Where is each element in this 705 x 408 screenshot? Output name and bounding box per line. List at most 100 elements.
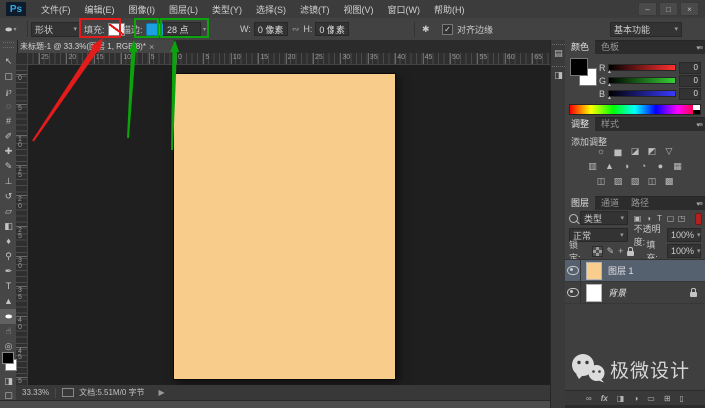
selective-color-icon[interactable]: ▩: [663, 176, 675, 187]
layer-row[interactable]: 背景: [565, 282, 705, 304]
levels-icon[interactable]: ▅: [612, 146, 624, 157]
channel-slider-R[interactable]: ▲: [607, 64, 676, 75]
adjustment-layer-icon[interactable]: ◑: [633, 394, 638, 403]
blur-tool[interactable]: ♦: [0, 234, 17, 249]
rectangular-marquee-tool[interactable]: ▢: [0, 69, 17, 84]
menu-edit[interactable]: 编辑(E): [78, 3, 122, 16]
channel-slider-B[interactable]: ▲: [607, 90, 676, 101]
layer-fill-select[interactable]: 100%: [667, 244, 701, 258]
ruler-horizontal[interactable]: 25 20 15 10 5 0 5 10 15 20 25 30 35 40 45 50 55 60 65: [16, 53, 550, 65]
invert-icon[interactable]: ◫: [595, 176, 607, 187]
minimize-button[interactable]: –: [638, 2, 657, 16]
link-dimensions-icon[interactable]: ∾: [292, 24, 300, 35]
tab-adjustments[interactable]: 调整: [565, 115, 596, 131]
lock-position-icon[interactable]: +: [618, 246, 623, 256]
workspace-switcher[interactable]: 基本功能: [610, 21, 682, 37]
collapsed-properties-panel-icon[interactable]: ◨: [552, 66, 565, 84]
color-balance-icon[interactable]: ▲: [604, 161, 616, 172]
stroke-color-swatch[interactable]: [145, 22, 164, 36]
tab-color[interactable]: 颜色: [565, 38, 596, 54]
menu-type[interactable]: 类型(Y): [205, 3, 249, 16]
channel-value-G[interactable]: 0: [679, 74, 701, 87]
type-tool[interactable]: T: [0, 279, 17, 294]
menu-image[interactable]: 图像(I): [122, 3, 163, 16]
menu-layer[interactable]: 图层(L): [162, 3, 205, 16]
shape-width-field[interactable]: 0 像素: [253, 22, 288, 36]
crop-tool[interactable]: #: [0, 114, 17, 129]
stroke-width-dropdown-icon[interactable]: ▾: [203, 26, 206, 33]
dodge-tool[interactable]: ⚲: [0, 249, 17, 264]
pen-tool[interactable]: ✒: [0, 264, 17, 279]
panel-menu-icon[interactable]: ▾≡: [696, 44, 703, 52]
lock-transparent-pixels-icon[interactable]: [591, 245, 603, 257]
filter-shape-layers-icon[interactable]: ▢: [665, 214, 676, 223]
align-edges-checkbox[interactable]: ✓: [442, 23, 453, 35]
channel-slider-G[interactable]: ▲: [607, 77, 676, 88]
tool-preset-picker[interactable]: ● ▾: [4, 18, 16, 40]
tab-styles[interactable]: 样式: [595, 115, 625, 131]
tool-mode-select[interactable]: 形状: [31, 21, 81, 37]
close-button[interactable]: ×: [680, 2, 699, 16]
eyedropper-tool[interactable]: ✐: [0, 129, 17, 144]
tab-channels[interactable]: 通道: [595, 194, 625, 210]
hue-saturation-icon[interactable]: ▥: [587, 161, 599, 172]
exposure-icon[interactable]: ◩: [646, 146, 658, 157]
vibrance-icon[interactable]: ▽: [663, 146, 675, 157]
lock-image-pixels-icon[interactable]: ✎: [607, 246, 615, 257]
clone-stamp-tool[interactable]: ⊥: [0, 174, 17, 189]
new-layer-icon[interactable]: ⊞: [664, 394, 671, 403]
path-selection-tool[interactable]: ▲: [0, 294, 17, 309]
foreground-color-swatch[interactable]: [2, 352, 14, 364]
history-brush-tool[interactable]: ↺: [0, 189, 17, 204]
shape-height-field[interactable]: 0 像素: [315, 22, 350, 36]
curves-icon[interactable]: ◪: [629, 146, 641, 157]
layer-thumbnail[interactable]: [586, 283, 602, 302]
lock-all-icon[interactable]: [627, 246, 635, 256]
close-tab-icon[interactable]: ×: [149, 42, 154, 52]
link-layers-icon[interactable]: ∞: [586, 394, 592, 403]
channel-value-R[interactable]: 0: [679, 61, 701, 74]
toolbar-grip[interactable]: [3, 42, 14, 48]
menu-view[interactable]: 视图(V): [337, 3, 381, 16]
channel-value-B[interactable]: 0: [679, 87, 701, 100]
spectrum-black-swatch[interactable]: [693, 109, 700, 114]
menu-filter[interactable]: 滤镜(T): [293, 3, 337, 16]
move-tool[interactable]: ↖: [0, 54, 17, 69]
menu-help[interactable]: 帮助(H): [427, 3, 472, 16]
zoom-level-field[interactable]: 33.33%: [22, 388, 49, 397]
filter-kind-select[interactable]: 类型: [580, 211, 628, 225]
menu-select[interactable]: 选择(S): [249, 3, 293, 16]
posterize-icon[interactable]: ▨: [612, 176, 624, 187]
gradient-map-icon[interactable]: ◫: [646, 176, 658, 187]
lasso-tool[interactable]: ℘: [0, 84, 17, 99]
layer-row[interactable]: 图层 1: [565, 260, 705, 282]
tab-swatches[interactable]: 色板: [595, 38, 625, 54]
layer-mask-icon[interactable]: ◨: [617, 394, 625, 403]
gear-icon[interactable]: ✱: [422, 24, 430, 35]
channel-mixer-icon[interactable]: ●: [655, 161, 667, 172]
brush-tool[interactable]: ✎: [0, 159, 17, 174]
threshold-icon[interactable]: ▧: [629, 176, 641, 187]
gradient-tool[interactable]: ◧: [0, 219, 17, 234]
layer-effects-icon[interactable]: fx: [601, 394, 608, 403]
eraser-tool[interactable]: ▱: [0, 204, 17, 219]
stroke-width-field[interactable]: 28 点: [163, 22, 201, 36]
foreground-swatch-color-panel[interactable]: [570, 58, 588, 76]
menu-file[interactable]: 文件(F): [34, 3, 78, 16]
color-lookup-icon[interactable]: ▦: [672, 161, 684, 172]
tab-paths[interactable]: 路径: [625, 194, 655, 210]
brightness-contrast-icon[interactable]: ☼: [595, 146, 607, 157]
status-expand-icon[interactable]: ▶: [159, 388, 165, 397]
layer-thumbnail[interactable]: [586, 261, 602, 280]
hand-tool[interactable]: ☝: [0, 324, 17, 339]
filter-smart-objects-icon[interactable]: ◳: [676, 214, 687, 223]
visibility-eye-icon[interactable]: [565, 260, 581, 281]
color-spectrum-ramp[interactable]: [569, 104, 701, 115]
black-white-icon[interactable]: ◑: [621, 161, 633, 172]
quick-selection-tool[interactable]: ◌: [0, 99, 17, 114]
maximize-button[interactable]: □: [659, 2, 678, 16]
spot-healing-brush-tool[interactable]: ✚: [0, 144, 17, 159]
layer-group-icon[interactable]: ▭: [647, 394, 655, 403]
canvas[interactable]: [173, 73, 396, 380]
ellipse-tool[interactable]: ●: [0, 309, 17, 324]
